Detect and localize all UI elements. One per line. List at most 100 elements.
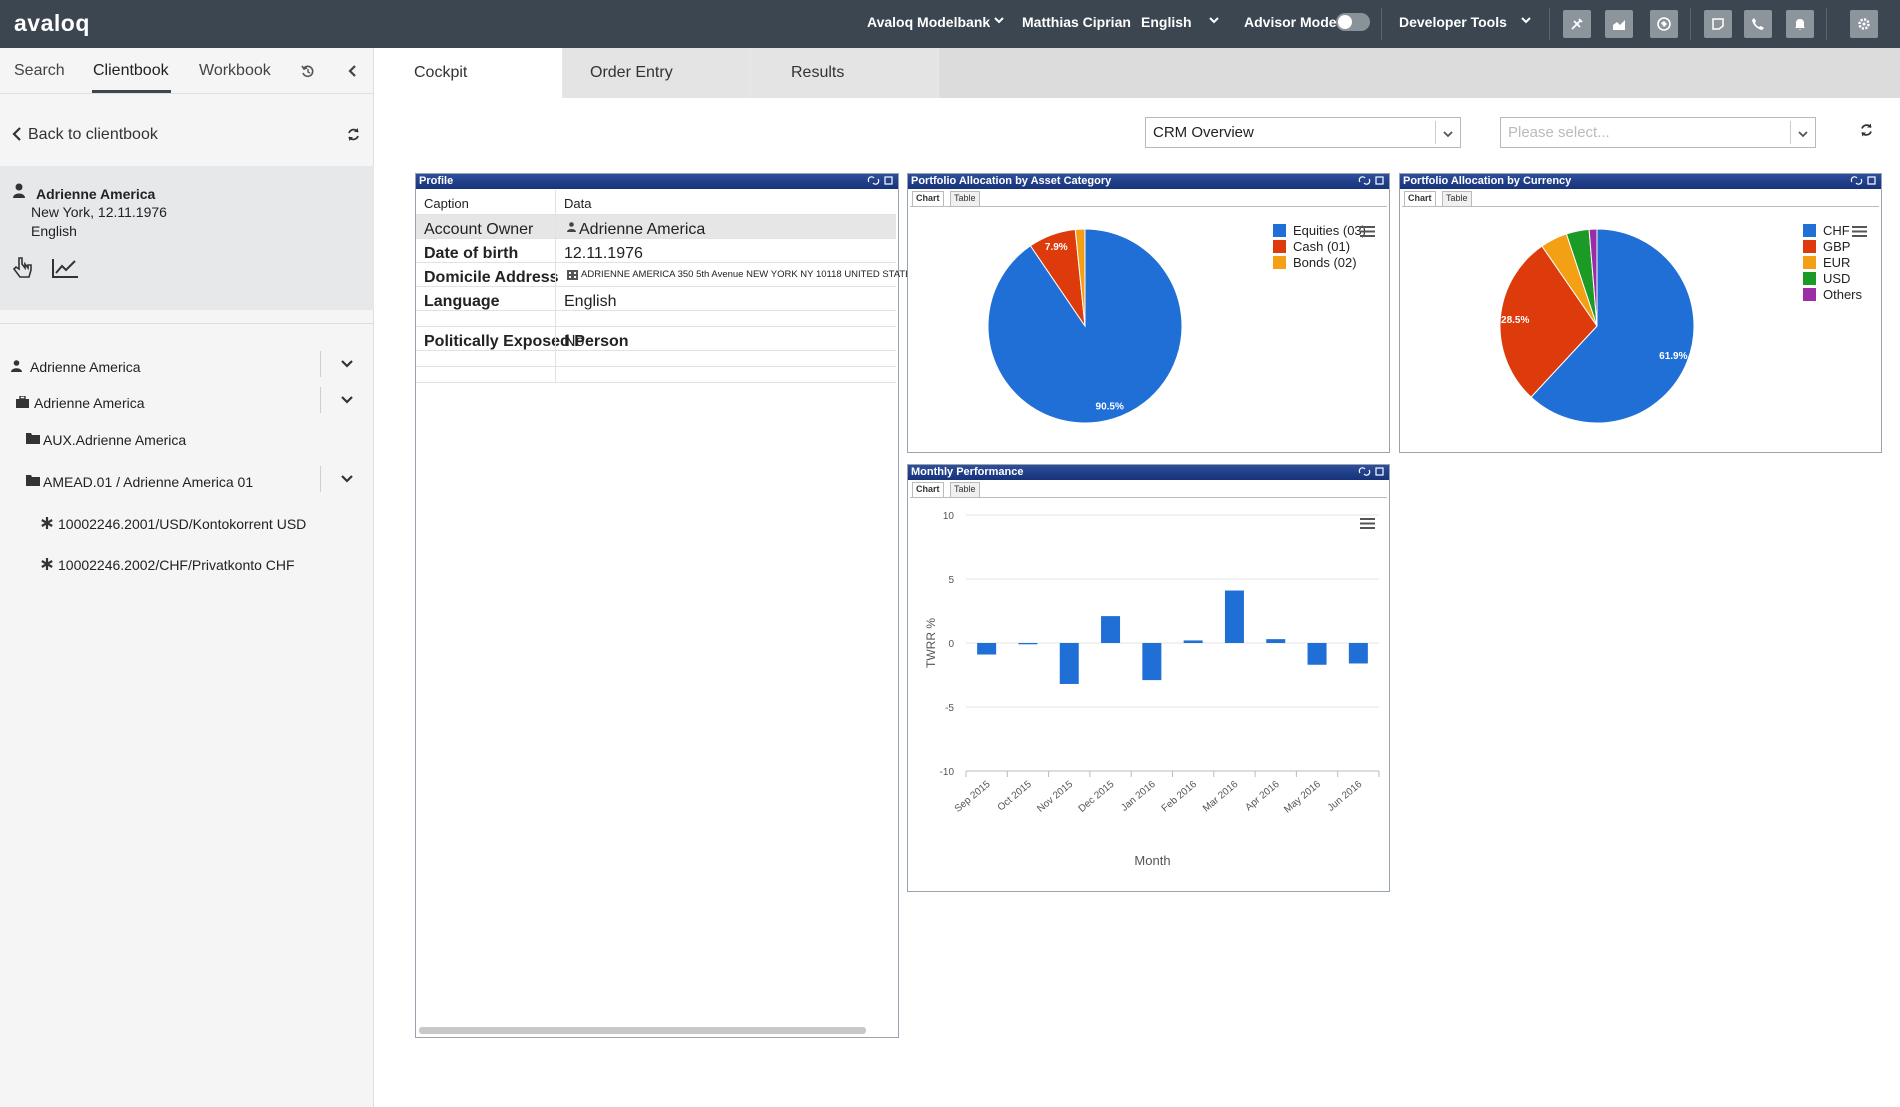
- refresh-icon[interactable]: [1859, 122, 1874, 138]
- legend-item-label[interactable]: Equities (03): [1293, 223, 1366, 238]
- tree-item-account-chf[interactable]: 10002246.2002/CHF/Privatkonto CHF: [0, 549, 374, 583]
- language-selector[interactable]: English: [1141, 14, 1192, 30]
- analytics-button[interactable]: [1605, 10, 1633, 38]
- tree-item-portfolio[interactable]: Adrienne America: [0, 387, 374, 421]
- settings-button[interactable]: [1850, 10, 1878, 38]
- bar-nov-2015[interactable]: [1059, 643, 1079, 684]
- chevron-down-icon[interactable]: [1441, 127, 1455, 141]
- row-data: English: [564, 293, 617, 310]
- table-row[interactable]: Politically Exposed Person No: [416, 327, 896, 351]
- back-to-clientbook-link[interactable]: Back to clientbook: [28, 126, 158, 144]
- tab-results[interactable]: Results: [751, 48, 939, 98]
- developer-tools-menu[interactable]: Developer Tools: [1399, 14, 1507, 30]
- client-location-dob: New York, 12.11.1976: [31, 204, 167, 220]
- secondary-select-placeholder: Please select...: [1508, 124, 1610, 141]
- tab-table[interactable]: Table: [1442, 191, 1472, 206]
- legend-item-label[interactable]: CHF: [1823, 223, 1850, 238]
- globe-button[interactable]: [1650, 10, 1678, 38]
- chevron-down-icon[interactable]: [1796, 127, 1810, 141]
- chevron-down-icon[interactable]: [992, 13, 1006, 27]
- chevron-down-icon[interactable]: [1519, 13, 1533, 27]
- chevron-down-icon[interactable]: [340, 472, 354, 486]
- phone-button[interactable]: [1744, 10, 1772, 38]
- tree-item-person[interactable]: Adrienne America: [0, 351, 374, 385]
- panel-controls[interactable]: [1358, 466, 1386, 477]
- collapse-left-icon[interactable]: [345, 63, 359, 79]
- bar-jun-2016[interactable]: [1348, 643, 1368, 664]
- notes-button[interactable]: [1704, 10, 1732, 38]
- legend-item-label[interactable]: GBP: [1823, 239, 1850, 254]
- client-name[interactable]: Adrienne America: [36, 186, 155, 202]
- briefcase-icon: [16, 396, 29, 408]
- asterisk-icon: [41, 558, 53, 570]
- panel-controls[interactable]: [1358, 175, 1386, 186]
- tools-button[interactable]: [1563, 10, 1591, 38]
- tab-order-entry[interactable]: Order Entry: [563, 48, 751, 98]
- tab-cockpit[interactable]: Cockpit: [375, 48, 563, 98]
- line-chart-icon[interactable]: [51, 257, 79, 279]
- panel-controls[interactable]: [1850, 175, 1878, 186]
- bar-oct-2015[interactable]: [1018, 643, 1038, 645]
- bar-jan-2016[interactable]: [1142, 643, 1162, 681]
- tab-clientbook[interactable]: Clientbook: [93, 62, 169, 80]
- refresh-icon[interactable]: [346, 127, 361, 142]
- chevron-down-icon[interactable]: [340, 357, 354, 371]
- table-row[interactable]: Date of birth 12.11.1976: [416, 239, 896, 263]
- bar-mar-2016[interactable]: [1224, 590, 1244, 643]
- hand-pointer-icon[interactable]: [12, 256, 34, 280]
- table-row[interactable]: [416, 311, 896, 327]
- active-tab-indicator: [92, 90, 171, 93]
- chevron-down-icon[interactable]: [1207, 13, 1221, 27]
- tab-chart[interactable]: Chart: [912, 191, 944, 206]
- bar-apr-2016[interactable]: [1266, 639, 1286, 643]
- horizontal-scrollbar[interactable]: [419, 1027, 866, 1034]
- hamburger-menu-icon[interactable]: [1359, 225, 1376, 238]
- note-icon: [1712, 18, 1724, 30]
- hamburger-menu-icon[interactable]: [1851, 225, 1868, 238]
- tab-workbook[interactable]: Workbook: [199, 62, 271, 80]
- pie-data-label: 90.5%: [1096, 401, 1124, 412]
- chevron-down-icon[interactable]: [340, 393, 354, 407]
- tab-chart[interactable]: Chart: [912, 482, 944, 497]
- user-name[interactable]: Matthias Ciprian: [1022, 14, 1131, 30]
- secondary-select[interactable]: Please select...: [1500, 117, 1816, 148]
- divider: [1435, 121, 1436, 144]
- notifications-button[interactable]: [1786, 10, 1814, 38]
- tab-search[interactable]: Search: [14, 62, 65, 80]
- table-row[interactable]: Account Owner Adrienne America: [416, 215, 896, 239]
- bar-sep-2015[interactable]: [977, 643, 997, 655]
- tree-item-amead[interactable]: AMEAD.01 / Adrienne America 01: [0, 466, 374, 500]
- bar-feb-2016[interactable]: [1183, 640, 1203, 643]
- folder-icon: [26, 475, 40, 486]
- advisor-mode-toggle[interactable]: [1336, 13, 1370, 31]
- legend-swatch: [1803, 272, 1816, 285]
- table-row[interactable]: Domicile Address ADRIENNE AMERICA 350 5t…: [416, 263, 918, 287]
- column-header-data[interactable]: Data: [564, 196, 591, 211]
- hamburger-menu-icon[interactable]: [1359, 517, 1376, 530]
- overview-select[interactable]: CRM Overview: [1145, 117, 1461, 148]
- tab-table[interactable]: Table: [950, 482, 980, 497]
- legend-item-label[interactable]: Others: [1823, 287, 1863, 302]
- bank-selector[interactable]: Avaloq Modelbank: [867, 14, 990, 30]
- divider: [910, 497, 1387, 498]
- column-header-caption[interactable]: Caption: [424, 196, 469, 211]
- tree-item-label: AMEAD.01 / Adrienne America 01: [43, 474, 254, 490]
- bar-may-2016[interactable]: [1307, 643, 1327, 665]
- table-row[interactable]: Language English: [416, 287, 896, 311]
- chevron-left-icon[interactable]: [11, 126, 23, 142]
- tree-item-aux[interactable]: AUX.Adrienne America: [0, 424, 374, 458]
- legend-item-label[interactable]: Bonds (02): [1293, 255, 1357, 270]
- legend-item-label[interactable]: USD: [1823, 271, 1850, 286]
- legend-item-label[interactable]: EUR: [1823, 255, 1850, 270]
- person-icon: [11, 360, 22, 372]
- legend-item-label[interactable]: Cash (01): [1293, 239, 1350, 254]
- bar-dec-2015[interactable]: [1101, 616, 1121, 643]
- tree-item-label: Adrienne America: [34, 395, 145, 411]
- panel-controls[interactable]: [867, 175, 895, 186]
- y-tick-label: -5: [945, 703, 954, 714]
- avaloq-logo[interactable]: avaloq: [14, 10, 90, 37]
- tree-item-account-usd[interactable]: 10002246.2001/USD/Kontokorrent USD: [0, 508, 374, 542]
- tab-chart[interactable]: Chart: [1404, 191, 1436, 206]
- tab-table[interactable]: Table: [950, 191, 980, 206]
- history-icon[interactable]: [300, 64, 315, 79]
